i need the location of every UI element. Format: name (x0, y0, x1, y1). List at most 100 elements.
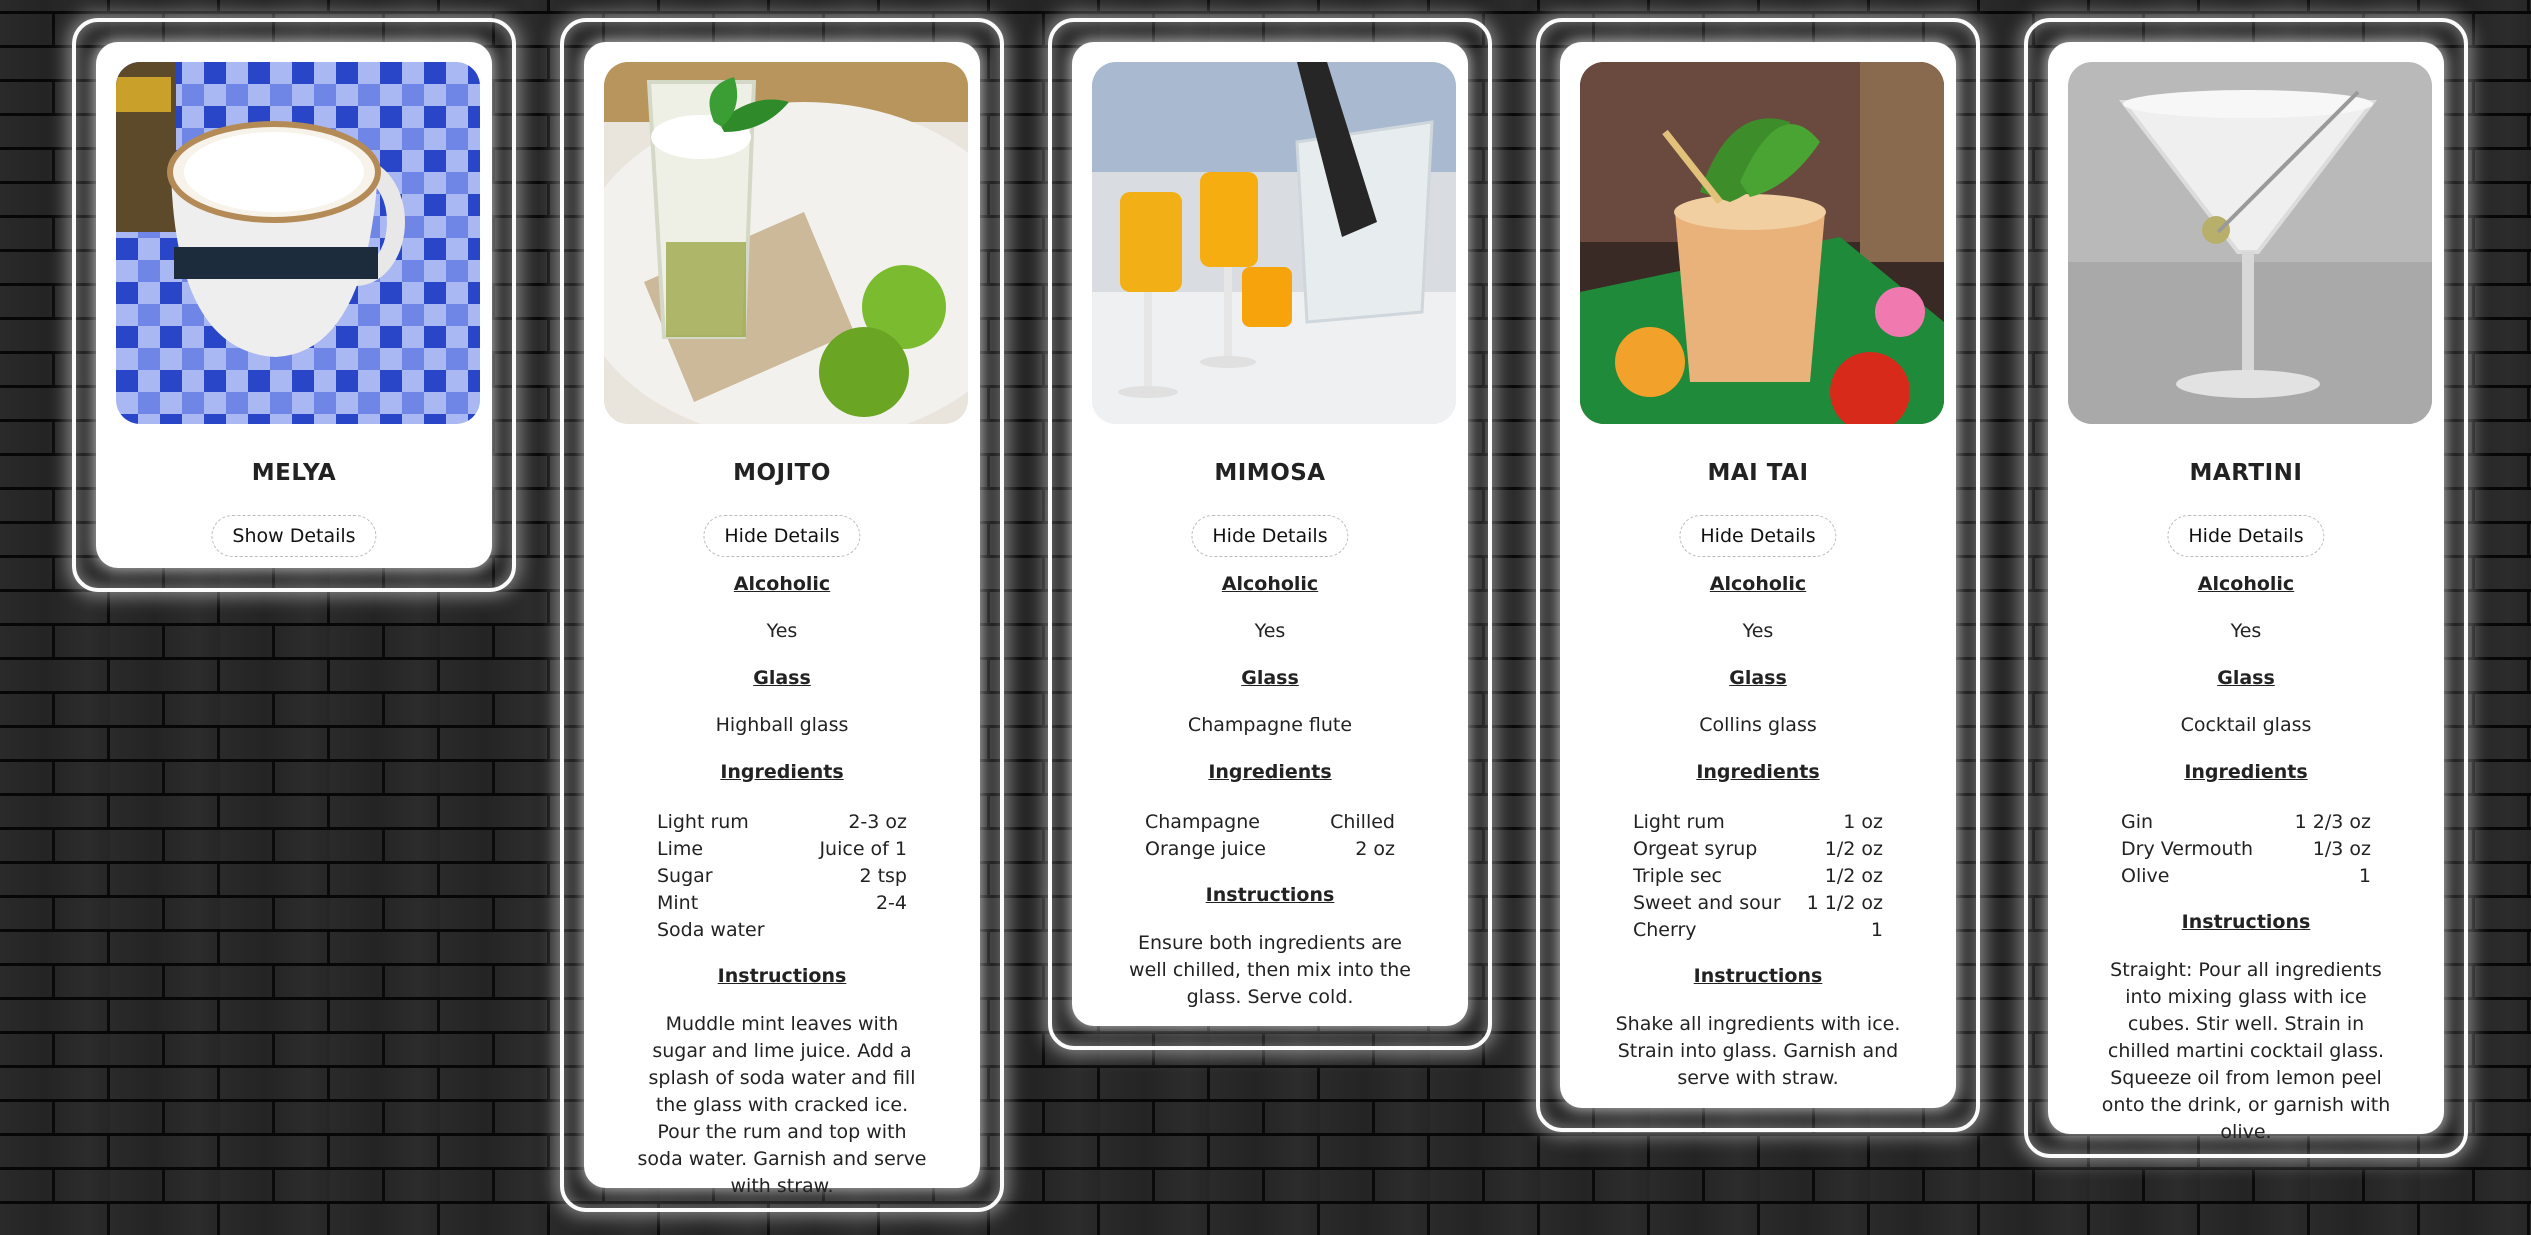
ingredient-amount: 1/2 oz (1824, 838, 1883, 860)
glass-heading: Glass (753, 667, 811, 689)
ingredient-amount: Chilled (1330, 811, 1395, 833)
hide-details-button[interactable]: Hide Details (2167, 515, 2325, 557)
ingredient-name: Orange juice (1145, 838, 1266, 860)
drink-photo-mai-tai (1580, 62, 1944, 424)
glass-heading: Glass (1241, 667, 1299, 689)
card-martini: MARTINI Hide Details Alcoholic Yes Glass… (2024, 18, 2468, 1158)
ingredient-row: Champagne Chilled (1145, 809, 1395, 836)
ingredient-amount: 2 oz (1355, 838, 1395, 860)
show-details-button[interactable]: Show Details (211, 515, 377, 557)
ingredients-heading: Ingredients (1696, 761, 1820, 783)
drink-title: MOJITO (733, 460, 831, 486)
ingredient-amount: 1/2 oz (1824, 865, 1883, 887)
alcoholic-heading: Alcoholic (733, 573, 831, 595)
instructions-heading: Instructions (2181, 911, 2311, 933)
ingredient-name: Champagne (1145, 811, 1260, 833)
hide-details-button[interactable]: Hide Details (1191, 515, 1349, 557)
ingredient-amount: 1 (2358, 865, 2371, 887)
alcoholic-value: Yes (1742, 620, 1774, 642)
ingredient-list: Light rum 1 oz Orgeat syrup 1/2 oz Triple … (1633, 803, 1883, 960)
card-mimosa: MIMOSA Hide Details Alcoholic Yes Glass … (1048, 18, 1492, 1050)
ingredient-amount: 2 tsp (859, 865, 907, 887)
instructions-text: Shake all ingredients with ice. Strain i… (1615, 1013, 1901, 1089)
drink-photo-mimosa (1092, 62, 1456, 424)
ingredient-row: Mint 2-4 (657, 890, 907, 917)
instructions-heading: Instructions (1693, 965, 1823, 987)
alcoholic-heading: Alcoholic (1709, 573, 1807, 595)
ingredient-name: Soda water (657, 919, 765, 941)
drink-details: Alcoholic Yes Glass Collins glass Ingred… (1560, 568, 1956, 1092)
ingredient-name: Gin (2121, 811, 2154, 833)
instructions-heading: Instructions (717, 965, 847, 987)
card-body: MARTINI Hide Details Alcoholic Yes Glass… (2048, 42, 2444, 1143)
hide-details-button[interactable]: Hide Details (703, 515, 861, 557)
ingredient-name: Orgeat syrup (1633, 838, 1758, 860)
drink-details: Alcoholic Yes Glass Highball glass Ingre… (584, 568, 980, 1200)
ingredient-amount: Juice of 1 (819, 838, 907, 860)
glass-value: Cocktail glass (2180, 714, 2312, 736)
glass-value: Champagne flute (1187, 714, 1353, 736)
drink-photo-mojito (604, 62, 968, 424)
ingredients-heading: Ingredients (1208, 761, 1332, 783)
ingredient-amount: 1/3 oz (2312, 838, 2371, 860)
drink-details: Alcoholic Yes Glass Champagne flute Ingr… (1072, 568, 1468, 1011)
ingredient-amount: 1 oz (1843, 811, 1883, 833)
ingredient-amount: 1 1/2 oz (1806, 892, 1883, 914)
alcoholic-heading: Alcoholic (1221, 573, 1319, 595)
ingredient-amount: 2-3 oz (848, 811, 907, 833)
alcoholic-heading: Alcoholic (2197, 573, 2295, 595)
ingredient-list: Light rum 2-3 oz Lime Juice of 1 Sugar 2 ts… (657, 803, 907, 960)
ingredient-row: Sweet and sour 1 1/2 oz (1633, 890, 1883, 917)
drink-photo-melya (116, 62, 480, 424)
ingredient-name: Cherry (1633, 919, 1697, 941)
ingredient-row: Cherry 1 (1633, 917, 1883, 944)
glass-value: Highball glass (715, 714, 849, 736)
ingredient-row: Light rum 2-3 oz (657, 809, 907, 836)
ingredient-name: Lime (657, 838, 704, 860)
card-mai-tai: MAI TAI Hide Details Alcoholic Yes Glass… (1536, 18, 1980, 1132)
ingredient-name: Light rum (657, 811, 749, 833)
card-body: MIMOSA Hide Details Alcoholic Yes Glass … (1072, 42, 1468, 1026)
ingredient-amount: 1 2/3 oz (2294, 811, 2371, 833)
instructions-text: Muddle mint leaves with sugar and lime j… (637, 1013, 927, 1197)
drink-title: MELYA (251, 460, 337, 486)
glass-value: Collins glass (1699, 714, 1817, 736)
drink-details: Alcoholic Yes Glass Cocktail glass Ingre… (2048, 568, 2444, 1146)
ingredient-row: Soda water (657, 917, 907, 944)
card-body: MOJITO Hide Details Alcoholic Yes Glass … (584, 42, 980, 1197)
ingredient-name: Sweet and sour (1633, 892, 1781, 914)
instructions-text: Ensure both ingredients are well chilled… (1129, 932, 1411, 1008)
ingredient-name: Triple sec (1633, 865, 1723, 887)
ingredient-list: Champagne Chilled Orange juice 2 oz (1145, 803, 1395, 879)
ingredient-amount: 2-4 (875, 892, 907, 914)
ingredient-list: Gin 1 2/3 oz Dry Vermouth 1/3 oz Olive 1 (2121, 803, 2371, 906)
ingredient-row: Dry Vermouth 1/3 oz (2121, 836, 2371, 863)
ingredient-row: Olive 1 (2121, 863, 2371, 890)
alcoholic-value: Yes (2230, 620, 2262, 642)
alcoholic-value: Yes (766, 620, 798, 642)
drink-title: MIMOSA (1214, 460, 1326, 486)
card-melya: MELYA Show Details (72, 18, 516, 592)
glass-heading: Glass (1729, 667, 1787, 689)
card-body: MELYA Show Details (96, 42, 492, 568)
ingredient-name: Mint (657, 892, 699, 914)
ingredient-row: Light rum 1 oz (1633, 809, 1883, 836)
ingredient-name: Light rum (1633, 811, 1725, 833)
drink-photo-martini (2068, 62, 2432, 424)
ingredients-heading: Ingredients (2184, 761, 2308, 783)
ingredient-name: Dry Vermouth (2121, 838, 2254, 860)
ingredient-row: Sugar 2 tsp (657, 863, 907, 890)
card-body: MAI TAI Hide Details Alcoholic Yes Glass… (1560, 42, 1956, 1108)
ingredient-row: Orange juice 2 oz (1145, 836, 1395, 863)
ingredient-name: Sugar (657, 865, 713, 887)
drink-title: MARTINI (2189, 460, 2303, 486)
ingredient-row: Lime Juice of 1 (657, 836, 907, 863)
ingredients-heading: Ingredients (720, 761, 844, 783)
hide-details-button[interactable]: Hide Details (1679, 515, 1837, 557)
ingredient-name: Olive (2121, 865, 2170, 887)
instructions-heading: Instructions (1205, 884, 1335, 906)
ingredient-row: Gin 1 2/3 oz (2121, 809, 2371, 836)
drink-title: MAI TAI (1707, 460, 1809, 486)
ingredient-row: Orgeat syrup 1/2 oz (1633, 836, 1883, 863)
ingredient-row: Triple sec 1/2 oz (1633, 863, 1883, 890)
